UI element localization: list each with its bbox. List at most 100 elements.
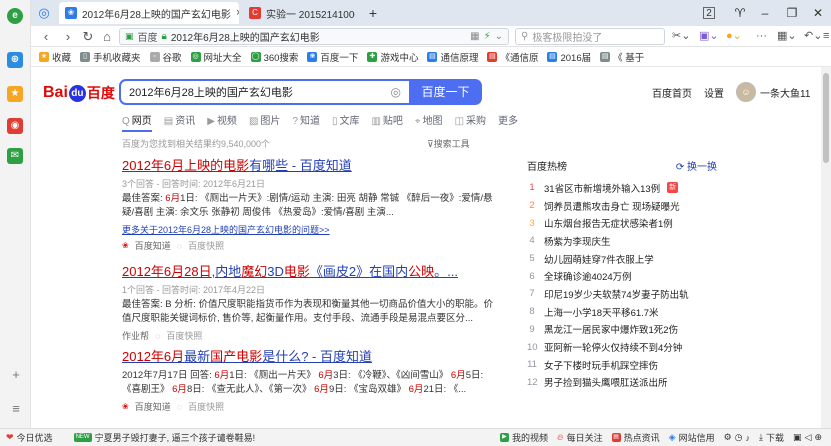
menu-icon[interactable]: ≡ bbox=[823, 29, 829, 44]
search-input[interactable]: 2012年6月28上映的国产玄幻电影 ◎ bbox=[119, 79, 409, 105]
bookmark-item[interactable]: ▤ 通信原理 bbox=[427, 50, 478, 64]
cache-link[interactable]: 百度快照 bbox=[188, 400, 224, 413]
fire-icon: 🔥︎ bbox=[557, 432, 564, 442]
bookmark-item[interactable]: ▤ 2016届 bbox=[547, 50, 591, 64]
baidu-logo[interactable]: Bai du 百度 bbox=[43, 82, 115, 104]
hot-item[interactable]: 6 全球确诊逾4024万例 bbox=[527, 267, 727, 285]
hot-item[interactable]: 12 男子捡到猫头鹰喂肛送派出所 bbox=[527, 374, 727, 392]
result-title-link[interactable]: 2012年6月28日,内地魔幻3D电影《画皮2》在国内公映。... bbox=[122, 261, 502, 280]
more-questions-link[interactable]: 更多关于2012年6月28上映的国产玄幻电影的问题>> bbox=[122, 223, 502, 236]
reload-icon[interactable]: ↻ bbox=[79, 28, 97, 45]
shirt-icon[interactable]: ♈ bbox=[731, 4, 749, 22]
gamepad-icon: ✚ bbox=[367, 51, 378, 62]
status-news-ticker[interactable]: NEW 宁夏男子毁打妻子, 逼三个孩子谴卷鞋易! bbox=[73, 431, 255, 444]
hot-item[interactable]: 9 黑龙江一居民家中爆炸致1死2伤 bbox=[527, 321, 727, 339]
dropdown-icon[interactable]: ⌄ bbox=[495, 31, 503, 42]
tab-web[interactable]: Q 网页 bbox=[122, 112, 152, 132]
camera-icon[interactable]: ◎ bbox=[391, 85, 401, 99]
tab-experiment[interactable]: C 实验一 201521410003 15网一 bbox=[243, 2, 355, 24]
bookmark-item[interactable]: ★ 收藏 bbox=[39, 50, 71, 64]
bookmark-item[interactable]: ▤ 《 基于 bbox=[600, 50, 644, 64]
tab-count-icon[interactable]: 2 bbox=[703, 7, 715, 19]
status-item[interactable]: ◈ 网站信用 bbox=[669, 431, 715, 444]
tab-wenku[interactable]: ▯ 文库 bbox=[332, 112, 360, 132]
hot-item[interactable]: 7 印尼19岁少夫软禁74岁妻子防出轨 bbox=[527, 285, 727, 303]
hot-item[interactable]: 3 山东烟台报告无症状感染者1例 bbox=[527, 214, 727, 232]
forward-icon[interactable]: › bbox=[59, 28, 77, 45]
tab-images[interactable]: ▨ 图片 bbox=[249, 112, 280, 132]
sidebar-mail-icon[interactable]: ✉ bbox=[7, 148, 23, 164]
bookmark-item[interactable]: ◎ 网址大全 bbox=[190, 50, 242, 64]
close-window-icon[interactable]: ✕ bbox=[809, 4, 827, 22]
search-button[interactable]: 百度一下 bbox=[409, 79, 482, 105]
result-title-link[interactable]: 2012年6月最新国产电影是什么? - 百度知道 bbox=[122, 346, 502, 365]
new-tab-button[interactable]: + bbox=[364, 4, 382, 22]
cache-link[interactable]: 百度快照 bbox=[188, 239, 224, 252]
undo-icon[interactable]: ↶⌄ bbox=[804, 29, 822, 44]
result-source: 作业帮 ◌ 百度快照 bbox=[122, 329, 203, 342]
tab-zhidao[interactable]: ? 知道 bbox=[292, 112, 320, 132]
translate-icon[interactable]: ▣⌄ bbox=[699, 29, 719, 44]
home-circle-icon[interactable]: ◎ bbox=[35, 4, 53, 21]
refresh-button[interactable]: ⟳ 换一换 bbox=[676, 158, 717, 173]
bookmark-item[interactable]: ▯ 手机收藏夹 bbox=[80, 50, 141, 64]
sidebar-add-icon[interactable]: + bbox=[9, 368, 23, 382]
close-icon[interactable]: × bbox=[236, 7, 239, 19]
bookmark-item[interactable]: ▤ 《通信原 bbox=[487, 50, 538, 64]
status-icon-group[interactable]: ⚙ ◷ ♪ bbox=[724, 432, 750, 443]
hot-item[interactable]: 1 31省区市新增境外输入13例新 bbox=[527, 179, 727, 197]
result-title-link[interactable]: 2012年6月上映的电影有哪些 - 百度知道 bbox=[122, 155, 502, 174]
hot-item[interactable]: 8 上海一小学18天平移61.7米 bbox=[527, 303, 727, 321]
minimize-icon[interactable]: – bbox=[756, 4, 774, 22]
address-bar[interactable]: ▣ 百度 🔒︎ 2012年6月28上映的国产玄幻电影 ▦ ⚡ ⌄ bbox=[119, 28, 509, 45]
page-scrollbar[interactable] bbox=[821, 67, 831, 428]
tab-more[interactable]: 更多 bbox=[498, 112, 518, 132]
hot-item[interactable]: 10 亚阿新一轮停火仅持续不到4分钟 bbox=[527, 338, 727, 356]
user-menu[interactable]: ☺ 一条大鱼11 bbox=[736, 82, 810, 102]
bookmark-item[interactable]: ▫ 谷歌 bbox=[149, 50, 182, 64]
settings-link[interactable]: 设置 bbox=[704, 85, 724, 100]
status-item[interactable]: ▤ 热点资讯 bbox=[611, 431, 660, 444]
sidebar-app-icon[interactable]: ⊕ bbox=[7, 52, 23, 68]
bolt-icon[interactable]: ⚡ bbox=[484, 31, 491, 42]
scrollbar-thumb[interactable] bbox=[823, 73, 829, 163]
tab-video[interactable]: ▶ 视频 bbox=[207, 112, 237, 132]
hot-item[interactable]: 11 女子下楼时玩手机踩空摔伤 bbox=[527, 356, 727, 374]
hot-item[interactable]: 4 杨紫为李现庆生 bbox=[527, 232, 727, 250]
result-snippet: 最佳答案: B 分析: 价值尺度职能指货币作为表现和衡量其他一切商品价值大小的职… bbox=[122, 299, 494, 324]
hot-item[interactable]: 5 幼儿园萌娃穿7件衣服上学 bbox=[527, 250, 727, 268]
search-result: 2012年6月上映的电影有哪些 - 百度知道 3个回答 - 回答时间: 2012… bbox=[122, 155, 502, 252]
restore-icon[interactable]: ❐ bbox=[783, 4, 801, 22]
bookmark-item[interactable]: ◯ 360搜索 bbox=[250, 50, 298, 64]
browser-search-box[interactable]: ⚲ 极客极限拍没了 bbox=[515, 28, 665, 45]
back-icon[interactable]: ‹ bbox=[37, 28, 55, 45]
sidebar-star-icon[interactable]: ★ bbox=[7, 86, 23, 102]
home-link[interactable]: 百度首页 bbox=[652, 85, 692, 100]
tab-news[interactable]: ▤ 资讯 bbox=[164, 112, 195, 132]
cache-link[interactable]: 百度快照 bbox=[166, 329, 202, 342]
tab-purchase[interactable]: ◫ 采购 bbox=[455, 112, 486, 132]
tab-map[interactable]: ⌖ 地图 bbox=[415, 112, 443, 132]
home-icon[interactable]: ⌂ bbox=[98, 28, 116, 45]
search-tools-button[interactable]: ⊽搜索工具 bbox=[427, 137, 470, 150]
hot-item[interactable]: 2 饲养员遭熊攻击身亡 现场疑曝光 bbox=[527, 197, 727, 215]
news-badge-icon: NEW bbox=[73, 433, 92, 442]
tab-tieba[interactable]: ▥ 贴吧 bbox=[371, 112, 402, 132]
cut-icon[interactable]: ✂⌄ bbox=[672, 29, 690, 44]
more-icon[interactable]: ··· bbox=[756, 29, 767, 44]
sidebar-menu-icon[interactable]: ≡ bbox=[9, 402, 23, 416]
reader-icon[interactable]: ▦ bbox=[470, 31, 479, 42]
status-item[interactable]: 🔥︎ 每日关注 bbox=[557, 431, 603, 444]
tab-baidu-search[interactable]: ❀ 2012年6月28上映的国产玄幻电影 × bbox=[59, 2, 239, 24]
status-item[interactable]: ▶ 我的视频 bbox=[499, 431, 548, 444]
doc-icon: ▤ bbox=[427, 51, 438, 62]
status-icon-group[interactable]: ▣ ◁ ⊕ bbox=[793, 432, 822, 443]
browser-logo-icon[interactable]: e bbox=[7, 8, 23, 24]
bookmark-item[interactable]: ✚ 游戏中心 bbox=[367, 50, 418, 64]
status-item[interactable]: ❤ 今日优选 bbox=[6, 431, 53, 444]
sidebar-weibo-icon[interactable]: ◉ bbox=[7, 118, 23, 134]
extension-icon[interactable]: ●⌄ bbox=[726, 29, 742, 44]
status-item[interactable]: ⤓ 下载 bbox=[759, 431, 784, 444]
grid-icon[interactable]: ▦⌄ bbox=[777, 29, 797, 44]
bookmark-item[interactable]: ❀ 百度一下 bbox=[307, 50, 358, 64]
